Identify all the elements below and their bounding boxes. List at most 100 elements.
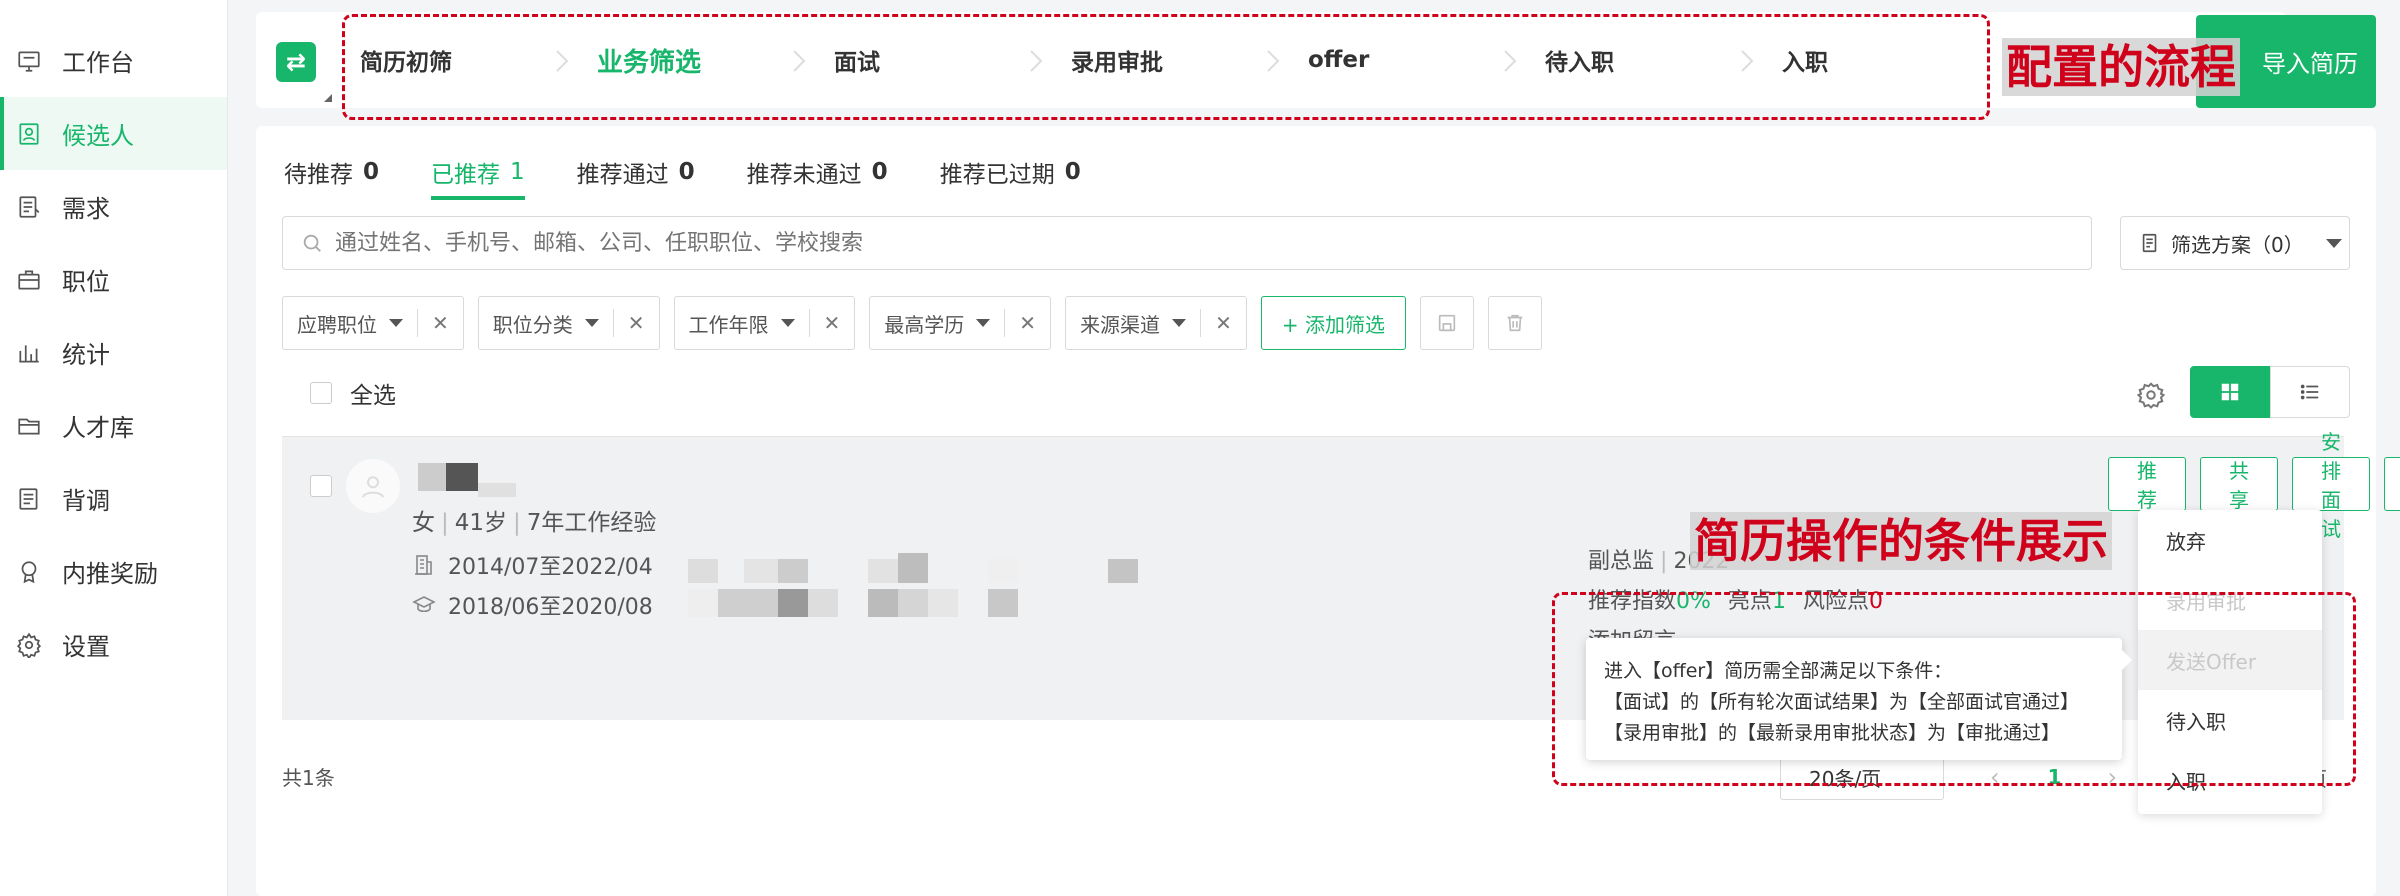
gear-icon[interactable] <box>2136 380 2166 410</box>
education-period: 2018/06至2020/08 <box>448 595 653 620</box>
filter-source-channel[interactable]: 来源渠道 ✕ <box>1065 296 1247 350</box>
tab-recommend-passed[interactable]: 推荐通过 0 <box>577 150 695 194</box>
trash-icon <box>1507 314 1523 332</box>
close-icon[interactable]: ✕ <box>612 309 659 337</box>
search-input[interactable] <box>335 230 2035 256</box>
bar-chart-icon <box>16 340 42 366</box>
tab-label: 已推荐 <box>431 162 501 188</box>
briefcase-icon <box>16 267 42 293</box>
share-button[interactable]: 共享 <box>2200 457 2278 512</box>
close-icon[interactable]: ✕ <box>1200 309 1246 337</box>
more-button[interactable]: 更多 <box>2384 457 2400 511</box>
save-filter-button[interactable] <box>1419 296 1474 350</box>
tab-recommend-failed[interactable]: 推荐未通过 0 <box>747 150 888 194</box>
filter-position-category[interactable]: 职位分类 ✕ <box>477 296 660 350</box>
company-school-mosaic <box>688 553 1138 617</box>
filter-label: 应聘职位 <box>297 312 377 337</box>
tab-label: 推荐未通过 <box>746 162 862 188</box>
sidebar-item-label: 背调 <box>62 487 110 515</box>
status-tabs: 待推荐 0 已推荐 1 推荐通过 0 推荐未通过 0 推荐已过期 0 <box>284 150 1133 200</box>
gear-icon <box>16 632 42 658</box>
candidate-actions: 推荐 共享 安排面试 更多 <box>2108 430 2400 541</box>
chevron-down-icon <box>976 319 991 327</box>
tab-label: 推荐已过期 <box>939 162 1055 188</box>
select-all-checkbox[interactable] <box>310 382 332 404</box>
sidebar-item-positions[interactable]: 职位 <box>0 243 227 316</box>
person-card-icon <box>16 121 42 147</box>
tab-recommend-expired[interactable]: 推荐已过期 0 <box>940 150 1081 194</box>
schedule-interview-button[interactable]: 安排面试 <box>2292 430 2370 541</box>
sidebar-item-label: 职位 <box>62 268 110 296</box>
sidebar-item-label: 内推奖励 <box>62 560 158 588</box>
chevron-down-icon <box>584 319 599 327</box>
add-filter-button[interactable]: + 添加筛选 <box>1260 296 1406 350</box>
filter-bar: 应聘职位 ✕ 职位分类 ✕ 工作年限 ✕ 最高学历 ✕ 来源渠道 ✕ + 添加筛选 <box>282 296 1556 350</box>
tab-pending-recommend[interactable]: 待推荐 0 <box>284 150 379 194</box>
switch-flow-icon[interactable]: ⇄ <box>276 42 316 82</box>
filter-education[interactable]: 最高学历 ✕ <box>869 296 1052 350</box>
select-all[interactable]: 全选 <box>310 376 396 410</box>
candidate-age: 41岁 <box>454 510 508 536</box>
flow-annotation-label: 配置的流程 <box>2002 38 2240 96</box>
filter-label: 最高学历 <box>884 312 965 337</box>
candidate-gender: 女 <box>412 510 435 536</box>
building-icon <box>415 555 432 575</box>
menu-item-abandon[interactable]: 放弃 <box>2138 510 2322 570</box>
work-row: 2014/07至2022/04 <box>412 549 653 581</box>
filter-applied-position[interactable]: 应聘职位 ✕ <box>282 296 464 350</box>
tab-label: 推荐通过 <box>576 162 669 188</box>
close-icon[interactable]: ✕ <box>417 309 463 337</box>
sidebar-item-label: 工作台 <box>62 49 134 77</box>
tab-label: 待推荐 <box>284 162 353 188</box>
action-annotation-box <box>1552 592 2356 786</box>
filter-scheme-label: 筛选方案（0） <box>2171 232 2304 257</box>
sidebar-item-requirements[interactable]: 需求 <box>0 170 227 243</box>
sidebar-item-workbench[interactable]: 工作台 <box>0 24 227 97</box>
monitor-icon <box>16 48 42 74</box>
grid-icon <box>2221 383 2239 401</box>
sidebar-item-label: 人才库 <box>62 414 134 442</box>
list-icon <box>2300 384 2319 400</box>
chevron-down-icon <box>780 319 795 327</box>
sidebar-item-referral-reward[interactable]: 内推奖励 <box>0 535 227 608</box>
filter-label: 职位分类 <box>492 312 573 337</box>
search-icon <box>303 234 321 252</box>
recommend-button[interactable]: 推荐 <box>2108 457 2186 512</box>
close-icon[interactable]: ✕ <box>1004 309 1050 337</box>
chevron-down-icon <box>1172 319 1187 327</box>
graduation-cap-icon <box>412 596 436 613</box>
action-annotation-label: 简历操作的条件展示 <box>1690 512 2112 570</box>
sidebar-item-statistics[interactable]: 统计 <box>0 316 227 389</box>
chevron-down-icon <box>389 319 403 327</box>
sidebar-item-background-check[interactable]: 背调 <box>0 462 227 535</box>
filter-scheme-select[interactable]: 筛选方案（0） <box>2120 216 2350 270</box>
save-icon <box>1438 314 1456 332</box>
medal-icon <box>16 559 42 585</box>
folder-icon <box>16 413 42 439</box>
close-icon[interactable]: ✕ <box>808 309 855 337</box>
grid-view-button[interactable] <box>2190 366 2270 418</box>
total-count: 共1条 <box>282 766 335 790</box>
search-box <box>282 216 2092 270</box>
education-row: 2018/06至2020/08 <box>412 589 653 621</box>
work-period: 2014/07至2022/04 <box>448 555 653 580</box>
candidate-checkbox[interactable] <box>310 475 332 497</box>
sidebar: 工作台 候选人 需求 职位 统计 人才库 背调 内推奖励 设置 <box>0 0 228 896</box>
tab-recommended[interactable]: 已推荐 1 <box>431 150 525 200</box>
corner-triangle-icon <box>324 94 332 102</box>
filter-work-years[interactable]: 工作年限 ✕ <box>673 296 856 350</box>
list-view-button[interactable] <box>2270 366 2350 418</box>
sidebar-item-settings[interactable]: 设置 <box>0 608 227 681</box>
select-all-label: 全选 <box>350 383 396 409</box>
delete-filter-button[interactable] <box>1487 296 1542 350</box>
flow-annotation-box <box>342 14 1990 120</box>
filter-label: 工作年限 <box>688 312 769 337</box>
tab-count: 0 <box>1064 159 1081 185</box>
sidebar-item-label: 需求 <box>62 195 110 223</box>
name-mosaic <box>418 463 516 497</box>
user-icon <box>362 476 384 498</box>
sidebar-item-talent-pool[interactable]: 人才库 <box>0 389 227 462</box>
sidebar-item-label: 候选人 <box>62 122 134 150</box>
sidebar-item-candidates[interactable]: 候选人 <box>0 97 227 170</box>
candidate-experience: 7年工作经验 <box>526 510 657 536</box>
